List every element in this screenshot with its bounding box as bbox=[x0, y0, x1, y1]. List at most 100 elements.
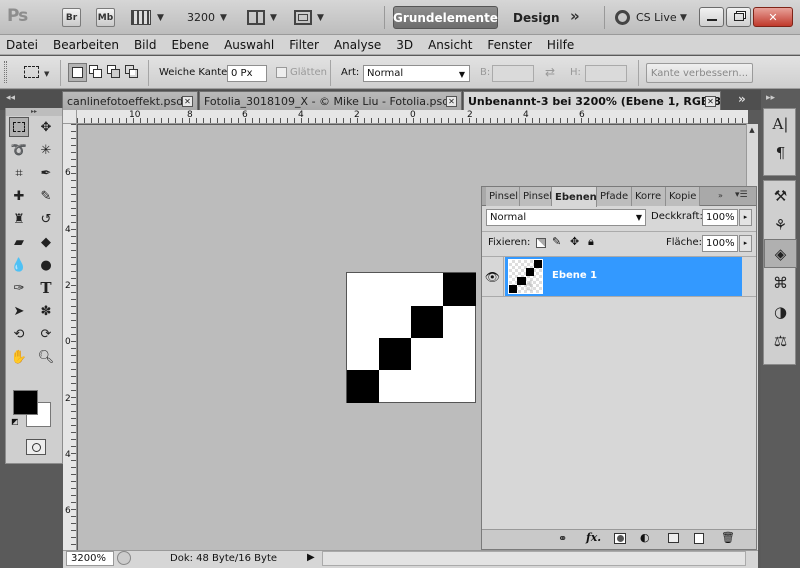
tab-canlinefotoeffekt[interactable]: canlinefotoeffekt.psd ✕ bbox=[62, 91, 198, 110]
tab-ebenen[interactable]: Ebenen bbox=[552, 187, 597, 207]
quick-mask-button[interactable] bbox=[26, 439, 46, 455]
intersect-selection-button[interactable] bbox=[124, 64, 140, 80]
crop-tool-icon[interactable]: ⌗ bbox=[9, 163, 29, 183]
new-selection-button[interactable] bbox=[68, 63, 87, 82]
layer-name[interactable]: Ebene 1 bbox=[552, 270, 597, 281]
new-layer-icon[interactable] bbox=[694, 533, 704, 544]
collapse-dock-icon[interactable]: ▸▸ bbox=[766, 93, 775, 103]
horizontal-ruler[interactable]: 10 8 6 4 2 0 2 4 6 bbox=[63, 110, 748, 124]
workspace-grundelemente-button[interactable]: Grundelemente bbox=[393, 6, 498, 29]
feather-input[interactable]: 0 Px bbox=[227, 65, 267, 82]
eyedropper-tool-icon[interactable]: ✒ bbox=[36, 163, 56, 183]
lock-transparency-icon[interactable] bbox=[536, 238, 546, 248]
swap-dimensions-icon[interactable]: ⇄ bbox=[545, 65, 555, 79]
path-selection-tool-icon[interactable]: ➤ bbox=[9, 301, 29, 321]
style-select[interactable]: Normal ▼ bbox=[363, 65, 470, 82]
lock-position-icon[interactable]: ✥ bbox=[570, 235, 579, 248]
tab-pinsel[interactable]: Pinsel bbox=[486, 187, 520, 206]
paragraph-panel-icon[interactable]: ¶ bbox=[764, 138, 797, 167]
clone-source-icon[interactable]: ⚖ bbox=[764, 326, 797, 355]
extras-icon[interactable] bbox=[131, 10, 151, 25]
rectangular-marquee-tool-icon[interactable] bbox=[9, 117, 29, 137]
layers-panel-icon[interactable]: ◈ bbox=[764, 239, 797, 268]
masks-icon[interactable]: ◑ bbox=[764, 297, 797, 326]
menu-fenster[interactable]: Fenster bbox=[487, 38, 532, 52]
zoom-tool-icon[interactable]: 🔍︎ bbox=[36, 347, 56, 367]
brush-tool-icon[interactable]: ✎ bbox=[36, 186, 56, 206]
tab-close-icon[interactable]: ✕ bbox=[182, 96, 193, 107]
restore-button[interactable] bbox=[726, 7, 751, 27]
move-tool-icon[interactable]: ✥ bbox=[36, 117, 56, 137]
menu-bearbeiten[interactable]: Bearbeiten bbox=[53, 38, 119, 52]
fill-input[interactable]: 100% bbox=[702, 235, 738, 252]
3d-rotate-tool-icon[interactable]: ⟲ bbox=[9, 324, 29, 344]
zoom-dropdown-arrow[interactable]: ▼ bbox=[220, 13, 227, 23]
tool-presets-icon[interactable]: ⚘ bbox=[764, 210, 797, 239]
status-menu-arrow[interactable]: ▶ bbox=[307, 552, 315, 563]
horizontal-scrollbar[interactable] bbox=[322, 551, 746, 566]
zoom-level-dropdown[interactable]: 3200 bbox=[187, 11, 215, 24]
screen-mode-icon[interactable] bbox=[294, 10, 312, 25]
cslive-label[interactable]: CS Live bbox=[636, 11, 677, 24]
menu-auswahl[interactable]: Auswahl bbox=[224, 38, 274, 52]
tab-fotolia[interactable]: Fotolia_3018109_X - © Mike Liu - Fotolia… bbox=[199, 91, 462, 110]
fill-slider-button[interactable]: ▸ bbox=[739, 235, 752, 252]
blend-mode-select[interactable]: Normal ▼ bbox=[486, 209, 646, 226]
panel-menu-icon[interactable]: ▾☰ bbox=[735, 190, 748, 200]
document-image[interactable] bbox=[346, 272, 476, 403]
width-input[interactable] bbox=[492, 65, 534, 82]
tab-pinselvorgaben[interactable]: Pinsel bbox=[520, 187, 552, 206]
minibridge-button[interactable]: Mb bbox=[96, 8, 115, 27]
new-group-icon[interactable] bbox=[668, 533, 679, 543]
tab-pfade[interactable]: Pfade bbox=[597, 187, 632, 206]
foreground-color-swatch[interactable] bbox=[13, 390, 38, 415]
add-to-selection-button[interactable] bbox=[88, 64, 104, 80]
tab-kopierquelle[interactable]: Kopie bbox=[666, 187, 700, 206]
history-brush-tool-icon[interactable]: ↺ bbox=[36, 209, 56, 229]
spot-healing-brush-icon[interactable]: ✚ bbox=[9, 186, 29, 206]
clone-stamp-tool-icon[interactable]: ♜ bbox=[9, 209, 29, 229]
tab-korrekturen[interactable]: Korre bbox=[632, 187, 666, 206]
marquee-preset-icon[interactable] bbox=[24, 66, 39, 78]
vertical-ruler[interactable]: 6 4 2 0 2 4 6 bbox=[63, 124, 77, 550]
tab-overflow-button[interactable]: » bbox=[738, 92, 746, 106]
subtract-from-selection-button[interactable] bbox=[106, 64, 122, 80]
blur-tool-icon[interactable]: 💧 bbox=[9, 255, 29, 275]
lock-pixels-icon[interactable]: ✎ bbox=[552, 235, 561, 248]
height-input[interactable] bbox=[585, 65, 627, 82]
screen-mode-dropdown-arrow[interactable]: ▼ bbox=[317, 13, 324, 23]
tab-close-icon[interactable]: ✕ bbox=[446, 96, 457, 107]
brush-presets-icon[interactable]: ⚒ bbox=[764, 181, 797, 210]
close-window-button[interactable]: ✕ bbox=[753, 7, 793, 27]
cslive-dropdown-arrow[interactable]: ▼ bbox=[680, 13, 687, 23]
custom-shape-tool-icon[interactable]: ✽ bbox=[36, 301, 56, 321]
preset-dropdown-arrow[interactable]: ▼ bbox=[44, 70, 49, 78]
options-grip[interactable] bbox=[4, 61, 7, 83]
character-panel-icon[interactable]: A| bbox=[764, 109, 797, 138]
scroll-up-arrow[interactable]: ▲ bbox=[747, 126, 757, 134]
menu-ansicht[interactable]: Ansicht bbox=[428, 38, 472, 52]
magic-wand-tool-icon[interactable]: ✳ bbox=[36, 140, 56, 160]
paint-bucket-tool-icon[interactable]: ◆ bbox=[36, 232, 56, 252]
lock-all-icon[interactable]: 🔒︎ bbox=[588, 235, 594, 249]
status-info-icon[interactable] bbox=[117, 551, 131, 565]
layer-mask-icon[interactable] bbox=[614, 533, 626, 544]
workspace-more-button[interactable]: » bbox=[570, 7, 580, 25]
delete-layer-icon[interactable]: 🗑︎ bbox=[721, 531, 735, 544]
menu-filter[interactable]: Filter bbox=[289, 38, 319, 52]
collapse-tools-icon[interactable]: ◂◂ bbox=[6, 93, 15, 103]
opacity-input[interactable]: 100% bbox=[702, 209, 738, 226]
arrange-documents-icon[interactable] bbox=[247, 10, 265, 25]
menu-3d[interactable]: 3D bbox=[396, 38, 413, 52]
panel-overflow-icon[interactable]: » bbox=[718, 191, 723, 200]
adjustment-layer-icon[interactable]: ◐ bbox=[640, 531, 650, 544]
menu-datei[interactable]: Datei bbox=[6, 38, 38, 52]
link-layers-icon[interactable]: ⚭ bbox=[558, 532, 567, 545]
menu-ebene[interactable]: Ebene bbox=[171, 38, 209, 52]
layer-visibility-eye-icon[interactable]: 👁︎ bbox=[482, 257, 504, 296]
tab-close-icon[interactable]: ✕ bbox=[705, 96, 716, 107]
type-tool-icon[interactable]: T bbox=[36, 278, 56, 298]
menu-hilfe[interactable]: Hilfe bbox=[547, 38, 574, 52]
tools-panel-header[interactable]: ▸▸ bbox=[6, 108, 62, 116]
dodge-tool-icon[interactable]: ● bbox=[36, 255, 56, 275]
